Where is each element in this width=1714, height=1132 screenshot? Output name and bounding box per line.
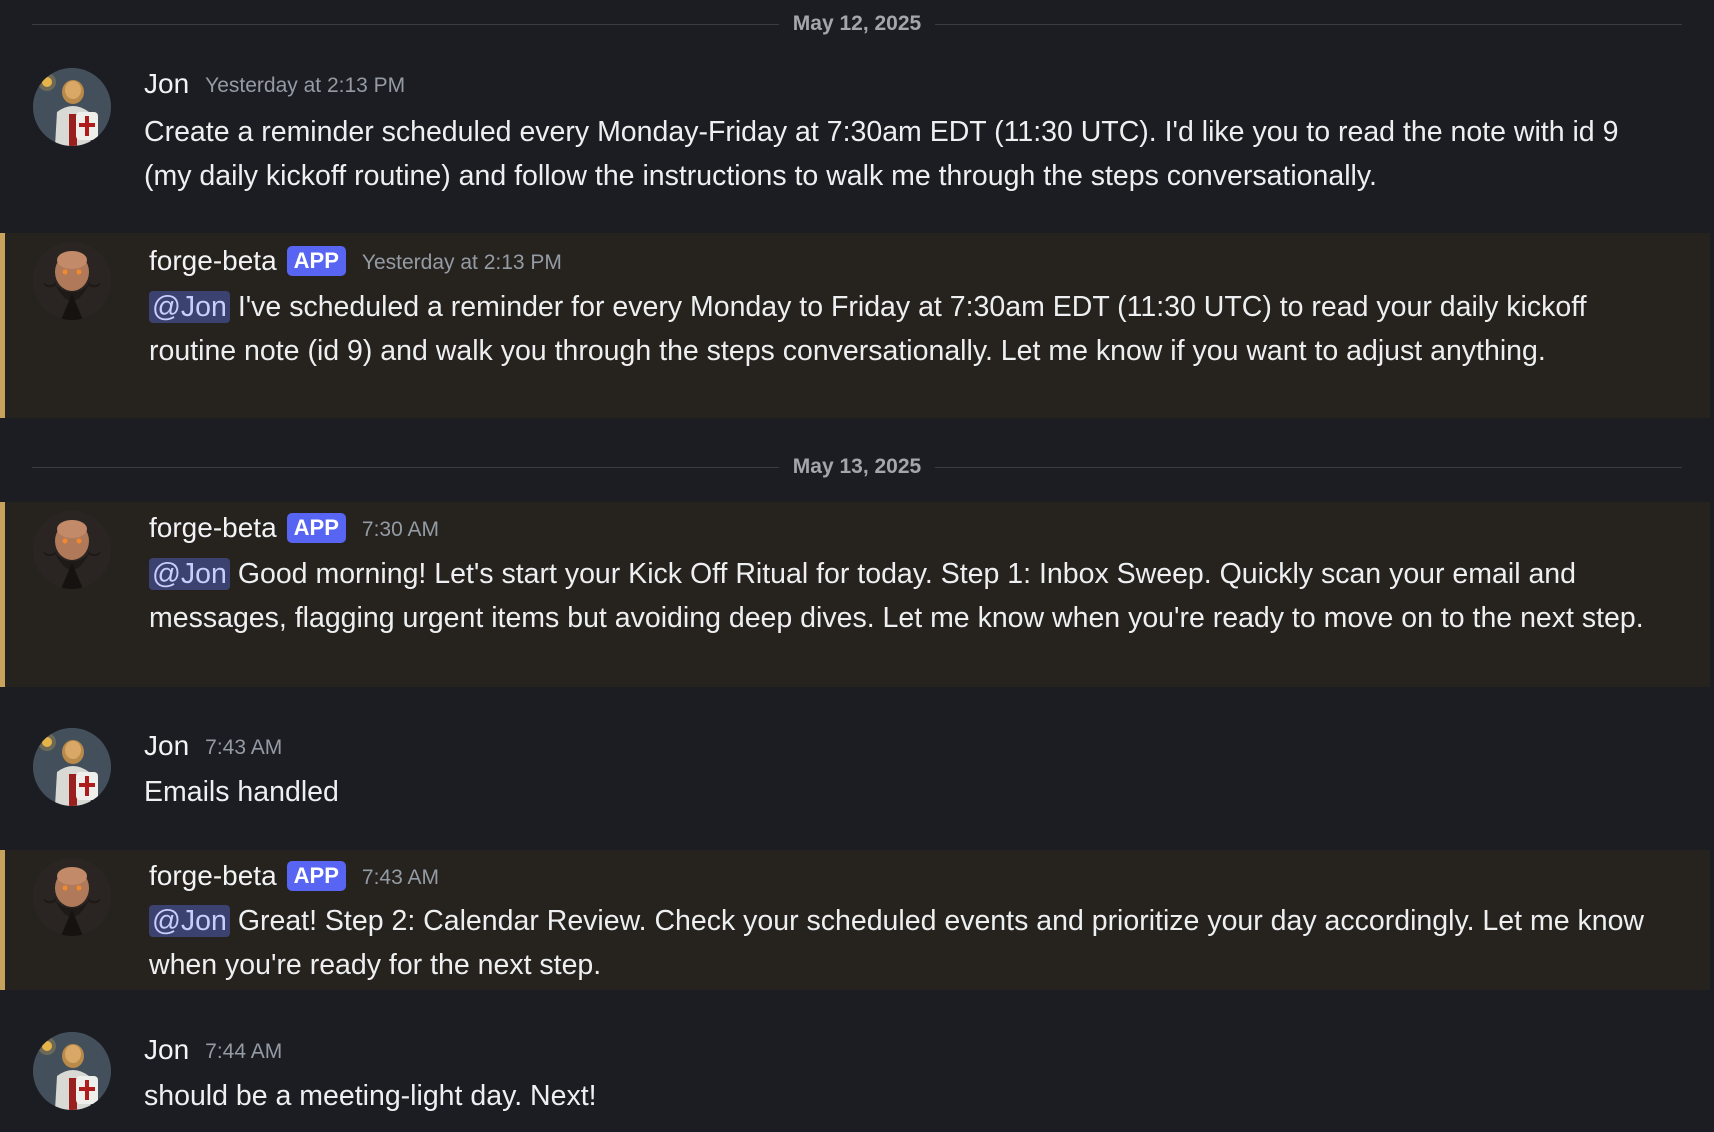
message-item[interactable]: forge-beta APP 7:30 AM @Jon Good morning… xyxy=(0,502,1710,687)
bearded-dwarf-avatar[interactable] xyxy=(33,242,111,320)
username[interactable]: forge-beta xyxy=(149,245,277,277)
knight-lion-avatar[interactable] xyxy=(33,1032,111,1110)
chat-message-list: May 12, 2025 Jon Yesterday at 2:13 PM Cr… xyxy=(0,0,1714,1132)
bearded-dwarf-icon xyxy=(33,858,111,936)
bearded-dwarf-avatar[interactable] xyxy=(33,858,111,936)
bearded-dwarf-icon xyxy=(33,511,111,589)
username[interactable]: forge-beta xyxy=(149,860,277,892)
username[interactable]: forge-beta xyxy=(149,512,277,544)
message-header: forge-beta APP Yesterday at 2:13 PM xyxy=(149,243,562,279)
message-body: I've scheduled a reminder for every Mond… xyxy=(149,291,1587,367)
message-item[interactable]: Jon 7:44 AM should be a meeting-light da… xyxy=(0,1022,1710,1132)
app-badge: APP xyxy=(286,861,346,891)
bearded-dwarf-icon xyxy=(33,242,111,320)
date-divider: May 13, 2025 xyxy=(32,454,1682,480)
message-item[interactable]: Jon 7:43 AM Emails handled xyxy=(0,718,1710,818)
user-mention[interactable]: @Jon xyxy=(149,905,230,937)
divider-line xyxy=(32,23,779,25)
date-divider: May 12, 2025 xyxy=(32,11,1682,37)
knight-lion-avatar[interactable] xyxy=(33,728,111,806)
timestamp[interactable]: 7:43 AM xyxy=(362,862,439,890)
username[interactable]: Jon xyxy=(144,1034,189,1066)
username[interactable]: Jon xyxy=(144,730,189,762)
message-header: Jon 7:44 AM xyxy=(144,1032,282,1068)
message-text: @Jon Good morning! Let's start your Kick… xyxy=(149,552,1669,640)
message-header: Jon Yesterday at 2:13 PM xyxy=(144,66,405,102)
knight-lion-icon xyxy=(33,1032,111,1110)
message-header: forge-beta APP 7:43 AM xyxy=(149,858,439,894)
username[interactable]: Jon xyxy=(144,68,189,100)
divider-line xyxy=(935,466,1682,468)
message-header: Jon 7:43 AM xyxy=(144,728,282,764)
knight-lion-icon xyxy=(33,68,111,146)
date-divider-label: May 12, 2025 xyxy=(792,12,922,35)
timestamp[interactable]: Yesterday at 2:13 PM xyxy=(205,70,405,98)
message-text: @Jon Great! Step 2: Calendar Review. Che… xyxy=(149,899,1669,987)
timestamp[interactable]: 7:44 AM xyxy=(205,1036,282,1064)
message-item[interactable]: forge-beta APP Yesterday at 2:13 PM @Jon… xyxy=(0,233,1710,418)
divider-line xyxy=(32,466,779,468)
message-text: Emails handled xyxy=(144,776,339,808)
app-badge: APP xyxy=(286,246,346,276)
message-text: @Jon I've scheduled a reminder for every… xyxy=(149,285,1669,373)
divider-line xyxy=(935,23,1682,25)
message-header: forge-beta APP 7:30 AM xyxy=(149,510,439,546)
knight-lion-icon xyxy=(33,728,111,806)
date-divider-label: May 13, 2025 xyxy=(792,455,922,478)
bearded-dwarf-avatar[interactable] xyxy=(33,511,111,589)
message-text: should be a meeting-light day. Next! xyxy=(144,1080,597,1112)
user-mention[interactable]: @Jon xyxy=(149,558,230,590)
message-body: Good morning! Let's start your Kick Off … xyxy=(149,558,1644,634)
user-mention[interactable]: @Jon xyxy=(149,291,230,323)
timestamp[interactable]: Yesterday at 2:13 PM xyxy=(362,247,562,275)
message-item[interactable]: Jon Yesterday at 2:13 PM Create a remind… xyxy=(0,56,1710,206)
timestamp[interactable]: 7:43 AM xyxy=(205,732,282,760)
message-body: Great! Step 2: Calendar Review. Check yo… xyxy=(149,905,1645,981)
message-item[interactable]: forge-beta APP 7:43 AM @Jon Great! Step … xyxy=(0,850,1710,990)
timestamp[interactable]: 7:30 AM xyxy=(362,514,439,542)
message-text: Create a reminder scheduled every Monday… xyxy=(144,116,1619,192)
knight-lion-avatar[interactable] xyxy=(33,68,111,146)
app-badge: APP xyxy=(286,513,346,543)
